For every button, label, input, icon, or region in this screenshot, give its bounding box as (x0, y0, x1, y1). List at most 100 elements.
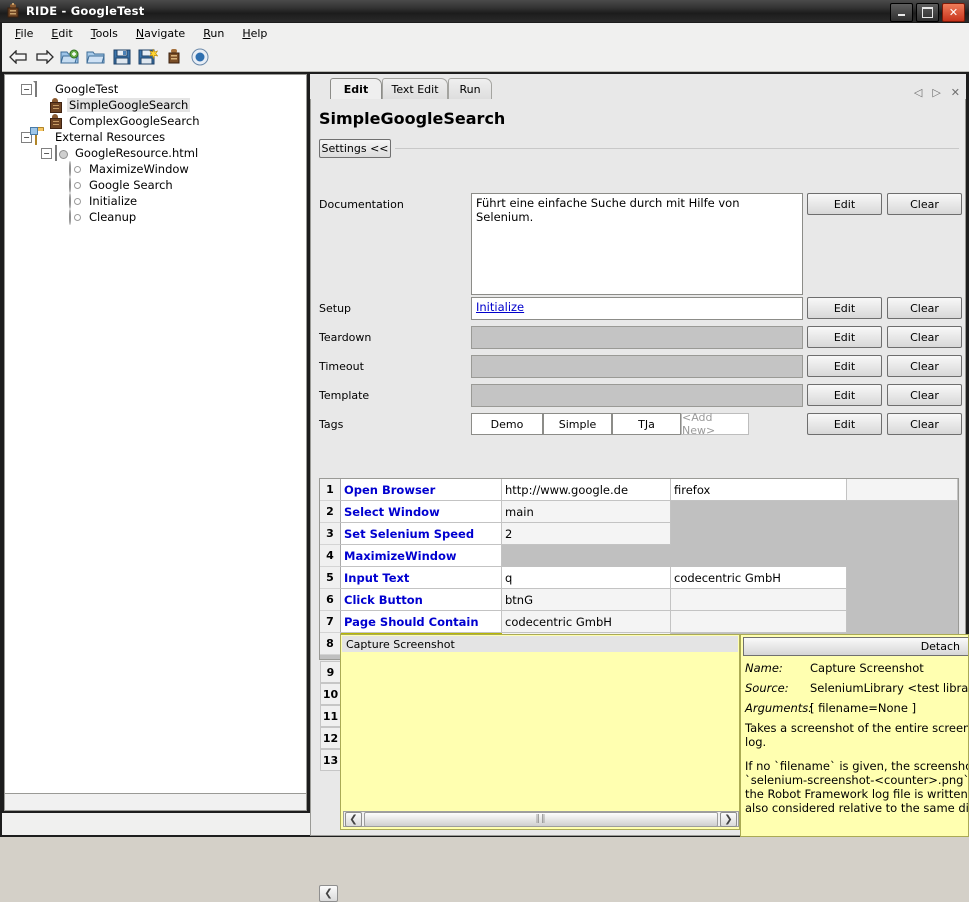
grid-scroll-left-button[interactable]: ❮ (319, 885, 338, 902)
teardown-field[interactable] (471, 326, 803, 349)
timeout-field[interactable] (471, 355, 803, 378)
documentation-field[interactable]: Führt eine einfache Suche durch mit Hilf… (471, 193, 803, 295)
grid-empty-cell[interactable] (502, 545, 958, 567)
tab-next-icon[interactable]: ▷ (932, 86, 940, 99)
tab-close-icon[interactable]: ✕ (951, 86, 960, 99)
tree-node-complexgooglesearch[interactable]: ComplexGoogleSearch (49, 113, 306, 129)
tags-clear-button[interactable]: Clear (887, 413, 962, 435)
grid-arg-cell[interactable]: http://www.google.de (502, 479, 671, 501)
grid-arg-cell[interactable]: codecentric GmbH (671, 567, 847, 589)
tree-node-simplegooglesearch[interactable]: SimpleGoogleSearch (49, 97, 306, 113)
minimize-button[interactable] (890, 3, 913, 22)
tree-horizontal-scrollbar[interactable] (4, 793, 307, 811)
grid-arg-cell[interactable]: q (502, 567, 671, 589)
expander-icon[interactable]: − (21, 84, 32, 95)
row-header[interactable]: 2 (320, 501, 341, 523)
expander-icon[interactable]: − (41, 148, 52, 159)
tag-cell-demo[interactable]: Demo (471, 413, 543, 435)
tree-node-google-search[interactable]: Google Search (69, 177, 306, 193)
project-tree-panel[interactable]: − GoogleTest SimpleGoogleSearch ComplexG… (4, 74, 307, 811)
documentation-edit-button[interactable]: Edit (807, 193, 882, 215)
menu-edit[interactable]: Edit (42, 25, 81, 42)
setup-edit-button[interactable]: Edit (807, 297, 882, 319)
grid-arg-cell[interactable]: codecentric GmbH (502, 611, 671, 633)
grid-empty-cell[interactable] (671, 523, 958, 545)
close-button[interactable]: ✕ (942, 3, 965, 22)
teardown-edit-button[interactable]: Edit (807, 326, 882, 348)
grid-empty-cell[interactable] (847, 567, 958, 589)
grid-keyword-cell[interactable]: Page Should Contain (341, 611, 502, 633)
autocomplete-item[interactable]: Capture Screenshot (342, 636, 738, 652)
tab-run[interactable]: Run (448, 78, 492, 99)
grid-keyword-cell[interactable]: Click Button (341, 589, 502, 611)
grid-keyword-cell[interactable]: Set Selenium Speed (341, 523, 502, 545)
menu-file[interactable]: File (6, 25, 42, 42)
maximize-button[interactable] (916, 3, 939, 22)
grid-empty-cell[interactable] (671, 501, 958, 523)
tree-node-googleresource[interactable]: − GoogleResource.html (41, 145, 306, 161)
detach-button[interactable]: Detach (743, 637, 968, 656)
scroll-right-icon[interactable]: ❯ (720, 812, 737, 827)
grid-keyword-cell[interactable]: Select Window (341, 501, 502, 523)
tree-node-initialize[interactable]: Initialize (69, 193, 306, 209)
forward-arrow-icon[interactable] (33, 46, 55, 68)
tag-add-new-cell[interactable]: <Add New> (681, 413, 749, 435)
tree-node-googletest[interactable]: − GoogleTest (21, 81, 306, 97)
grid-keyword-cell[interactable]: Input Text (341, 567, 502, 589)
row-header[interactable]: 6 (320, 589, 341, 611)
autocomplete-horizontal-scrollbar[interactable]: ❮ ‖‖ ❯ (343, 811, 739, 827)
open-folder-icon[interactable] (85, 46, 107, 68)
grid-arg-cell[interactable]: main (502, 501, 671, 523)
row-header[interactable]: 1 (320, 479, 341, 501)
template-field[interactable] (471, 384, 803, 407)
settings-toggle-button[interactable]: Settings << (319, 139, 391, 158)
tab-text-edit[interactable]: Text Edit (382, 78, 448, 99)
tree-node-external-resources[interactable]: − External Resources (21, 129, 306, 145)
back-arrow-icon[interactable] (7, 46, 29, 68)
row-header[interactable]: 7 (320, 611, 341, 633)
grid-arg-cell[interactable] (671, 611, 847, 633)
stop-icon[interactable] (189, 46, 211, 68)
row-header[interactable]: 9 (320, 661, 341, 683)
timeout-edit-button[interactable]: Edit (807, 355, 882, 377)
timeout-clear-button[interactable]: Clear (887, 355, 962, 377)
menu-help[interactable]: Help (233, 25, 276, 42)
tree-node-cleanup[interactable]: Cleanup (69, 209, 306, 225)
run-robot-icon[interactable] (163, 46, 185, 68)
row-header[interactable]: 13 (320, 749, 341, 771)
scroll-thumb[interactable]: ‖‖ (364, 812, 718, 827)
row-header[interactable]: 12 (320, 727, 341, 749)
setup-field[interactable]: Initialize (471, 297, 803, 320)
tab-edit[interactable]: Edit (330, 78, 382, 99)
grid-keyword-cell[interactable]: MaximizeWindow (341, 545, 502, 567)
documentation-clear-button[interactable]: Clear (887, 193, 962, 215)
save-all-icon[interactable] (137, 46, 159, 68)
setup-value-link[interactable]: Initialize (476, 300, 524, 314)
tag-cell-simple[interactable]: Simple (543, 413, 612, 435)
row-header[interactable]: 5 (320, 567, 341, 589)
row-header[interactable]: 10 (320, 683, 341, 705)
open-project-icon[interactable] (59, 46, 81, 68)
grid-arg-cell[interactable]: btnG (502, 589, 671, 611)
template-clear-button[interactable]: Clear (887, 384, 962, 406)
grid-arg-cell[interactable] (671, 589, 847, 611)
grid-arg-cell[interactable]: firefox (671, 479, 847, 501)
save-icon[interactable] (111, 46, 133, 68)
row-header[interactable]: 3 (320, 523, 341, 545)
tree-node-maximizewindow[interactable]: MaximizeWindow (69, 161, 306, 177)
tab-prev-icon[interactable]: ◁ (914, 86, 922, 99)
row-header[interactable]: 11 (320, 705, 341, 727)
autocomplete-popup[interactable]: Capture Screenshot ❮ ‖‖ ❯ (340, 634, 740, 830)
tag-cell-tja[interactable]: TJa (612, 413, 681, 435)
template-edit-button[interactable]: Edit (807, 384, 882, 406)
setup-clear-button[interactable]: Clear (887, 297, 962, 319)
menu-tools[interactable]: Tools (82, 25, 127, 42)
tags-edit-button[interactable]: Edit (807, 413, 882, 435)
grid-arg-cell[interactable]: 2 (502, 523, 671, 545)
row-header[interactable]: 8 (320, 633, 341, 655)
menu-navigate[interactable]: Navigate (127, 25, 194, 42)
grid-empty-cell[interactable] (847, 589, 958, 611)
grid-empty-cell[interactable] (847, 611, 958, 633)
grid-arg-cell[interactable] (847, 479, 958, 501)
keyword-grid[interactable]: 1 2 3 4 5 6 7 8 Open Browser http://www.… (319, 478, 959, 660)
